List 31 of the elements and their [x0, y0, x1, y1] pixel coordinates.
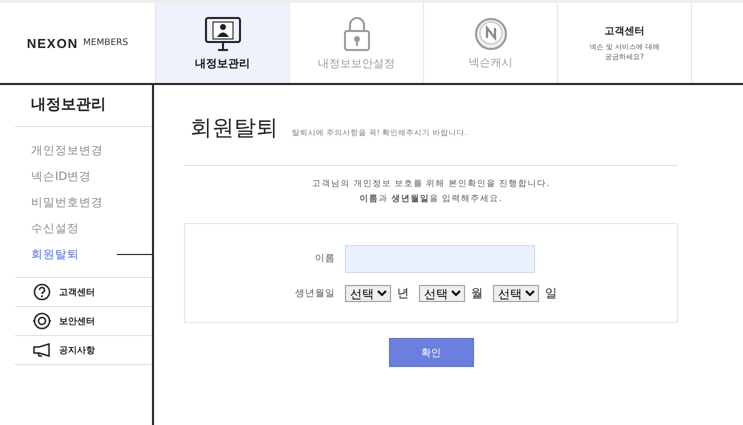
sidebar-item[interactable]: 수신설정 — [31, 219, 152, 237]
date-dropdown[interactable]: 선택 — [493, 284, 539, 302]
confirm-button[interactable]: 확인 — [388, 338, 474, 367]
sidebar-link[interactable]: 보안센터 — [15, 307, 152, 336]
instruction-text: 이름과 생년월일을 입력해주세요. — [358, 193, 504, 206]
unit-label: 월 — [471, 284, 483, 302]
logo-subtitle: MEMBERS — [83, 38, 128, 48]
nav-tab[interactable]: 내정보관리 — [155, 3, 289, 83]
date-dropdown[interactable]: 선택 — [345, 284, 391, 302]
sidebar-item[interactable]: 개인정보변경 — [31, 141, 152, 159]
help-icon — [33, 283, 51, 301]
unit-label: 일 — [545, 284, 557, 302]
instruction-text: 고객님의 개인정보 보호를 위해 본인확인을 진행합니다. — [311, 178, 551, 191]
sidebar-link[interactable]: 공지사항 — [15, 336, 152, 365]
field-label: 생년월일 — [294, 286, 335, 300]
coin-icon — [474, 16, 508, 50]
padlock-icon — [342, 16, 370, 52]
sidebar-item[interactable]: 넥슨ID변경 — [31, 167, 152, 185]
sidebar-item[interactable]: 회원탈퇴 — [31, 245, 152, 263]
name-field[interactable] — [345, 244, 535, 272]
page-title: 회원탈퇴 — [190, 115, 278, 143]
sidebar-item[interactable]: 비밀번호변경 — [31, 193, 152, 211]
unit-label: 년 — [397, 284, 409, 302]
sidebar-link[interactable]: 고객센터 — [15, 278, 152, 307]
logo-text: NEXON — [26, 36, 78, 50]
target-icon — [33, 312, 51, 330]
monitor-icon — [204, 16, 242, 52]
date-dropdown[interactable]: 선택 — [419, 284, 465, 302]
megaphone-icon — [33, 343, 51, 357]
field-label: 이름 — [314, 252, 335, 265]
sidebar-title: 내정보관리 — [15, 85, 152, 127]
